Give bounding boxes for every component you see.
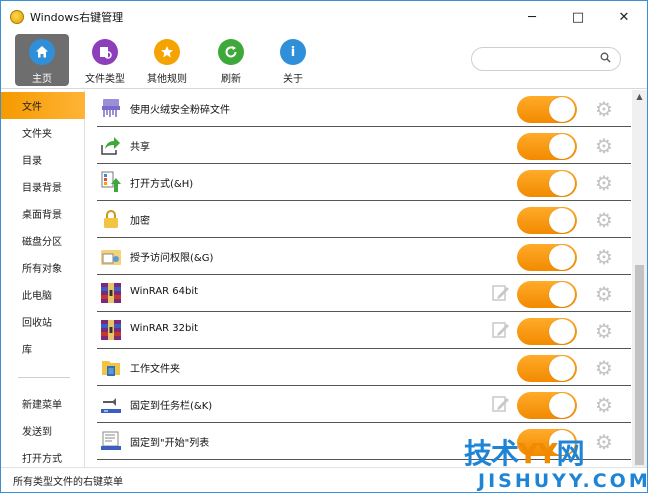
menu-item-label: 固定到任务栏(&K) (130, 401, 213, 412)
shredder-icon (100, 97, 122, 119)
sidebar-item-all-objects[interactable]: 所有对象 (1, 254, 85, 281)
menu-item-label: WinRAR 64bit (130, 286, 199, 297)
toolbar-home-button[interactable]: 主页 (15, 34, 69, 86)
title-bar[interactable]: Windows右键管理 ─ □ ✕ (1, 1, 647, 33)
list-item[interactable]: 加密 ⚙ (97, 201, 631, 238)
winrar-icon (100, 282, 122, 304)
toolbar-refresh-label: 刷新 (221, 74, 241, 85)
enable-toggle[interactable] (517, 392, 577, 419)
gear-icon[interactable]: ⚙ (593, 394, 615, 416)
gear-icon[interactable]: ⚙ (593, 283, 615, 305)
enable-toggle[interactable] (517, 244, 577, 271)
close-button[interactable]: ✕ (601, 1, 647, 33)
refresh-icon (218, 39, 244, 65)
menu-item-label: 使用火绒安全粉碎文件 (130, 105, 230, 116)
sidebar-item-library[interactable]: 库 (1, 335, 85, 362)
sidebar-item-desktop-background[interactable]: 桌面背景 (1, 200, 85, 227)
search-input[interactable] (471, 47, 621, 71)
watermark: 技术YY网 JISHUYY.COM (464, 432, 648, 493)
toolbar-refresh-button[interactable]: 刷新 (199, 34, 263, 86)
list-item[interactable]: WinRAR 64bit ⚙ (97, 275, 631, 312)
sidebar-item-directory-background[interactable]: 目录背景 (1, 173, 85, 200)
gear-icon[interactable]: ⚙ (593, 320, 615, 342)
gear-icon[interactable]: ⚙ (593, 172, 615, 194)
status-text: 所有类型文件的右键菜单 (13, 477, 123, 488)
enable-toggle[interactable] (517, 96, 577, 123)
menu-item-label: 加密 (130, 216, 150, 227)
toolbar-file-types-button[interactable]: 文件类型 (73, 34, 137, 86)
edit-icon[interactable] (492, 321, 510, 339)
sidebar-item-send-to[interactable]: 发送到 (1, 417, 85, 444)
main-window: Windows右键管理 ─ □ ✕ 主页 文件类型 其他规则 刷新 i 关于 文… (0, 0, 648, 493)
enable-toggle[interactable] (517, 133, 577, 160)
toolbar-home-label: 主页 (32, 74, 52, 85)
menu-item-label: 共享 (130, 142, 150, 153)
list-item[interactable]: WinRAR 32bit ⚙ (97, 312, 631, 349)
menu-item-label: WinRAR 32bit (130, 323, 199, 334)
watermark-url: JISHUYY.COM (478, 470, 648, 492)
sidebar: 文件 文件夹 目录 目录背景 桌面背景 磁盘分区 所有对象 此电脑 回收站 库 … (1, 90, 85, 467)
watermark-text-yy: YY (518, 437, 558, 470)
minimize-button[interactable]: ─ (509, 1, 555, 33)
vertical-scrollbar[interactable]: ▲ (632, 90, 647, 467)
list-item[interactable]: 固定到任务栏(&K) ⚙ (97, 386, 631, 423)
lock-icon (100, 208, 122, 230)
pin-taskbar-icon (100, 393, 122, 415)
toolbar-file-types-label: 文件类型 (85, 74, 125, 85)
watermark-text-right: 网 (556, 437, 585, 470)
watermark-text-left: 技术 (464, 437, 519, 470)
menu-item-label: 固定到"开始"列表 (130, 438, 210, 449)
star-icon (154, 39, 180, 65)
pin-start-icon (100, 430, 122, 452)
menu-item-list: 使用火绒安全粉碎文件 ⚙ 共享 ⚙ 打开方式(&H) ⚙ 加密 ⚙ 授予访问权限… (85, 90, 632, 467)
open-with-icon (100, 171, 122, 193)
sidebar-item-drive[interactable]: 磁盘分区 (1, 227, 85, 254)
search-icon (600, 52, 611, 66)
toolbar-other-rules-label: 其他规则 (147, 74, 187, 85)
list-item[interactable]: 工作文件夹 ⚙ (97, 349, 631, 386)
enable-toggle[interactable] (517, 281, 577, 308)
menu-item-label: 授予访问权限(&G) (130, 253, 214, 264)
enable-toggle[interactable] (517, 207, 577, 234)
app-icon (10, 10, 24, 24)
list-item[interactable]: 使用火绒安全粉碎文件 ⚙ (97, 90, 631, 127)
edit-icon[interactable] (492, 395, 510, 413)
gear-icon[interactable]: ⚙ (593, 209, 615, 231)
winrar-icon (100, 319, 122, 341)
toolbar-other-rules-button[interactable]: 其他规则 (135, 34, 199, 86)
enable-toggle[interactable] (517, 170, 577, 197)
sidebar-item-this-pc[interactable]: 此电脑 (1, 281, 85, 308)
file-types-icon (92, 39, 118, 65)
list-item[interactable]: 打开方式(&H) ⚙ (97, 164, 631, 201)
sidebar-item-new-menu[interactable]: 新建菜单 (1, 390, 85, 417)
window-title: Windows右键管理 (30, 11, 124, 24)
menu-item-label: 工作文件夹 (130, 364, 180, 375)
enable-toggle[interactable] (517, 355, 577, 382)
list-item[interactable]: 授予访问权限(&G) ⚙ (97, 238, 631, 275)
home-icon (29, 39, 55, 65)
sidebar-item-recycle-bin[interactable]: 回收站 (1, 308, 85, 335)
sidebar-divider (18, 377, 70, 378)
gear-icon[interactable]: ⚙ (593, 135, 615, 157)
permissions-icon (100, 245, 122, 267)
sidebar-item-directory[interactable]: 目录 (1, 146, 85, 173)
enable-toggle[interactable] (517, 318, 577, 345)
edit-icon[interactable] (492, 284, 510, 302)
gear-icon[interactable]: ⚙ (593, 357, 615, 379)
sidebar-item-folder[interactable]: 文件夹 (1, 119, 85, 146)
gear-icon[interactable]: ⚙ (593, 246, 615, 268)
sidebar-item-file[interactable]: 文件 (1, 92, 85, 119)
work-folders-icon (100, 356, 122, 378)
menu-item-label: 打开方式(&H) (130, 179, 194, 190)
info-icon: i (280, 39, 306, 65)
toolbar-about-label: 关于 (283, 74, 303, 85)
maximize-button[interactable]: □ (555, 1, 601, 33)
share-icon (100, 134, 122, 156)
toolbar-about-button[interactable]: i 关于 (261, 34, 325, 86)
list-item[interactable]: 共享 ⚙ (97, 127, 631, 164)
scroll-up-arrow-icon[interactable]: ▲ (632, 90, 647, 104)
gear-icon[interactable]: ⚙ (593, 98, 615, 120)
toolbar: 主页 文件类型 其他规则 刷新 i 关于 (1, 33, 647, 89)
